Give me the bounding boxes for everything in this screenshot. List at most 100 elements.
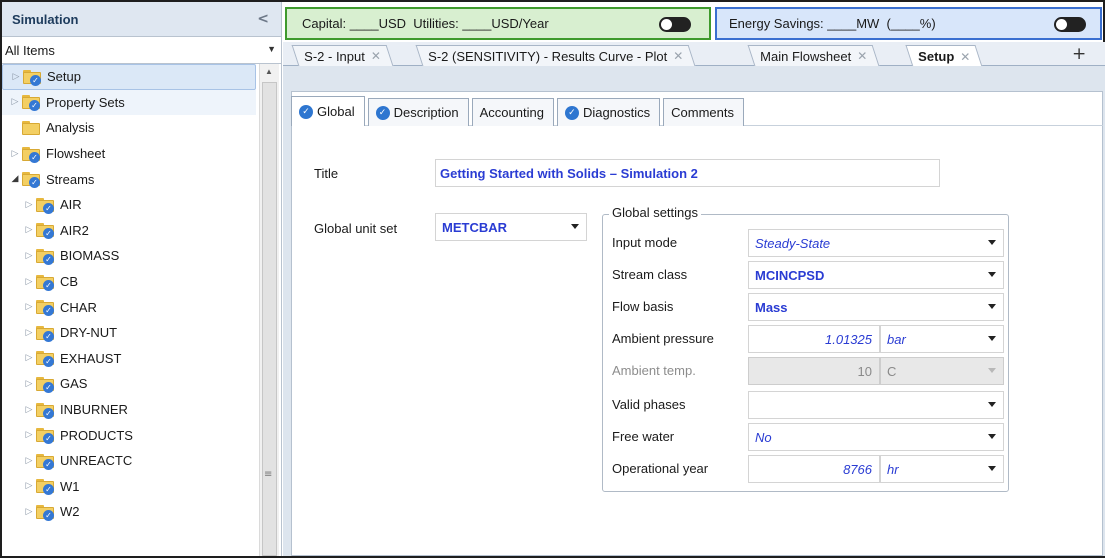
- tree-item-stream[interactable]: ▷ ✓ DRY-NUT: [2, 320, 258, 346]
- expand-arrow-icon[interactable]: ▷: [22, 379, 36, 389]
- tree-item-label: CHAR: [60, 299, 97, 315]
- expand-arrow-icon[interactable]: ▷: [22, 430, 36, 440]
- flow-basis-label: Flow basis: [612, 299, 674, 314]
- capital-text: Capital: ____USD Utilities: ____USD/Year: [302, 16, 549, 31]
- valid-phases-select[interactable]: [748, 391, 1004, 419]
- tree-item-label: Property Sets: [46, 94, 125, 110]
- expand-arrow-icon[interactable]: ▷: [22, 507, 36, 517]
- close-icon[interactable]: ✕: [673, 49, 683, 63]
- expand-arrow-icon[interactable]: ▷: [22, 405, 36, 415]
- tree-item-stream[interactable]: ▷ ✓ EXHAUST: [2, 346, 258, 372]
- chevron-down-icon: [988, 240, 996, 245]
- tree-item-stream[interactable]: ▷ ✓ UNREACTC: [2, 448, 258, 474]
- nav-title: Simulation: [12, 11, 79, 27]
- tree-item-stream[interactable]: ▷ ✓ W1: [2, 474, 258, 500]
- expand-arrow-icon[interactable]: ▷: [9, 72, 23, 82]
- tree-item-stream[interactable]: ▷ ✓ CB: [2, 269, 258, 295]
- chevron-down-icon: [571, 224, 579, 229]
- stream-class-select[interactable]: MCINCPSD: [748, 261, 1004, 289]
- tab-accounting[interactable]: Accounting: [471, 98, 554, 126]
- checked-folder-icon: ✓: [36, 223, 56, 240]
- close-icon[interactable]: ✕: [857, 49, 867, 63]
- tree-item-stream[interactable]: ▷ ✓ BIOMASS: [2, 243, 258, 269]
- tree-item-label: AIR2: [60, 222, 89, 238]
- operational-year-input[interactable]: 8766: [748, 455, 880, 483]
- chevron-down-icon: [988, 368, 996, 373]
- valid-phases-label: Valid phases: [612, 397, 686, 412]
- add-tab-icon[interactable]: +: [1072, 44, 1086, 64]
- energy-toggle[interactable]: [1054, 17, 1086, 32]
- tab-description[interactable]: ✓ Description: [367, 98, 469, 126]
- close-icon[interactable]: ✕: [371, 49, 381, 63]
- chevron-down-icon: [988, 272, 996, 277]
- tree-item-flowsheet[interactable]: ▷ ✓ Flowsheet: [2, 141, 258, 167]
- ambient-temp-unit-select: C: [880, 357, 1004, 385]
- nav-header: Simulation <: [2, 2, 281, 37]
- tab-comments[interactable]: Comments: [663, 98, 744, 126]
- free-water-label: Free water: [612, 429, 675, 444]
- ambient-pressure-input[interactable]: 1.01325: [748, 325, 880, 353]
- expand-arrow-icon[interactable]: ▷: [22, 200, 36, 210]
- tree-item-property-sets[interactable]: ▷ ✓ Property Sets: [2, 89, 256, 116]
- tab-label: Global: [317, 104, 355, 119]
- tree-item-stream[interactable]: ▷ ✓ W2: [2, 499, 258, 525]
- expand-arrow-icon[interactable]: ▷: [22, 251, 36, 261]
- expand-arrow-icon[interactable]: ▷: [22, 225, 36, 235]
- checked-folder-icon: ✓: [23, 69, 43, 86]
- collapse-icon[interactable]: <: [257, 11, 269, 27]
- tree-item-label: Streams: [46, 171, 95, 187]
- tree-item-analysis[interactable]: Analysis: [2, 115, 258, 141]
- checked-folder-icon: ✓: [36, 376, 56, 393]
- expand-arrow-icon[interactable]: ▷: [22, 328, 36, 338]
- doc-tab-setup[interactable]: Setup ✕: [905, 45, 983, 67]
- stream-class-label: Stream class: [612, 267, 688, 282]
- tree-item-streams[interactable]: ◢ ✓ Streams: [2, 166, 258, 192]
- tree-item-stream[interactable]: ▷ ✓ GAS: [2, 371, 258, 397]
- nav-filter-dropdown[interactable]: All Items ▼: [2, 37, 281, 64]
- tab-global[interactable]: ✓ Global: [291, 96, 365, 126]
- tree-item-label: GAS: [60, 376, 88, 392]
- capital-toggle[interactable]: [659, 17, 691, 32]
- checked-folder-icon: ✓: [36, 351, 56, 368]
- flow-basis-select[interactable]: Mass: [748, 293, 1004, 321]
- tree-item-label: Flowsheet: [46, 146, 106, 162]
- stream-class-value: MCINCPSD: [755, 267, 825, 283]
- doc-tab-s2-input[interactable]: S-2 - Input ✕: [291, 45, 394, 66]
- tree-item-stream[interactable]: ▷ ✓ CHAR: [2, 294, 258, 320]
- scrollbar-thumb[interactable]: [262, 82, 277, 556]
- ambient-pressure-unit-select[interactable]: bar: [880, 325, 1004, 353]
- complete-check-icon: ✓: [299, 104, 313, 119]
- unit-set-select[interactable]: METCBAR: [435, 213, 587, 241]
- nav-scrollbar[interactable]: ▲ ≡: [259, 64, 279, 556]
- tree-item-stream[interactable]: ▷ ✓ AIR: [2, 192, 258, 218]
- scroll-up-icon[interactable]: ▲: [265, 67, 273, 76]
- tab-diagnostics[interactable]: ✓ Diagnostics: [556, 98, 661, 126]
- tree-item-label: CB: [60, 274, 79, 290]
- expand-arrow-icon[interactable]: ▷: [22, 481, 36, 491]
- doc-tab-sensitivity-plot[interactable]: S-2 (SENSITIVITY) - Results Curve - Plot…: [415, 45, 696, 66]
- title-input[interactable]: Getting Started with Solids – Simulation…: [435, 159, 940, 187]
- doc-tab-main-flowsheet[interactable]: Main Flowsheet ✕: [747, 45, 880, 66]
- tree-item-stream[interactable]: ▷ ✓ INBURNER: [2, 397, 258, 423]
- expand-arrow-icon[interactable]: ▷: [22, 277, 36, 287]
- input-mode-select[interactable]: Steady-State: [748, 229, 1004, 257]
- expand-arrow-icon[interactable]: ▷: [22, 353, 36, 363]
- expand-arrow-icon[interactable]: ▷: [22, 456, 36, 466]
- tree-item-stream[interactable]: ▷ ✓ PRODUCTS: [2, 422, 258, 448]
- tree-item-stream[interactable]: ▷ ✓ AIR2: [2, 218, 258, 244]
- collapse-arrow-icon[interactable]: ◢: [8, 174, 22, 184]
- close-icon[interactable]: ✕: [960, 50, 970, 64]
- expand-arrow-icon[interactable]: ▷: [8, 149, 22, 159]
- unit-set-label: Global unit set: [314, 221, 398, 236]
- operational-year-unit-select[interactable]: hr: [880, 455, 1004, 483]
- free-water-select[interactable]: No: [748, 423, 1004, 451]
- expand-arrow-icon[interactable]: ▷: [8, 97, 22, 107]
- navigation-pane: Simulation < All Items ▼ ▷ ✓ Setup ▷ ✓ P…: [2, 2, 282, 556]
- toggle-knob-icon: [661, 19, 672, 30]
- flow-basis-value: Mass: [755, 299, 788, 315]
- chevron-down-icon: [988, 466, 996, 471]
- expand-arrow-icon[interactable]: ▷: [22, 302, 36, 312]
- tree-item-label: Analysis: [46, 120, 95, 136]
- global-settings-title: Global settings: [609, 205, 701, 220]
- tree-item-setup[interactable]: ▷ ✓ Setup: [2, 64, 256, 90]
